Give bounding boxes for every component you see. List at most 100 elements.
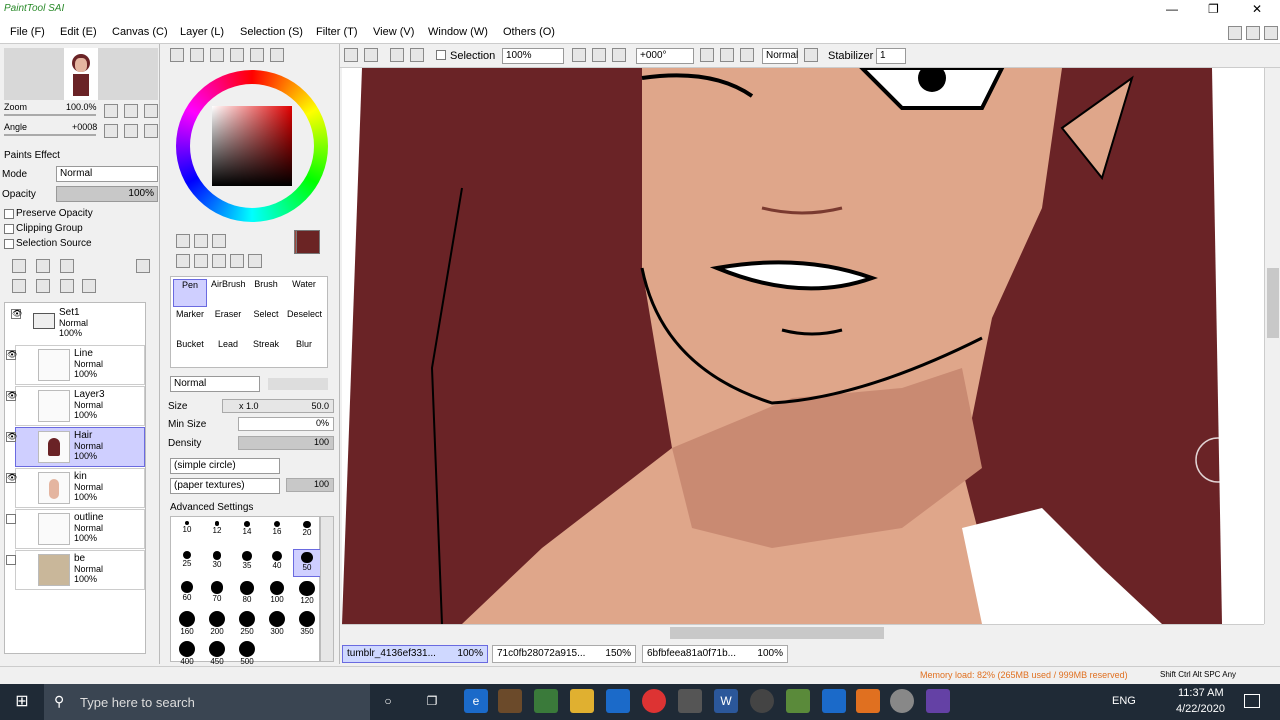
document-tab[interactable]: tumblr_4136ef331... 100% (342, 645, 488, 663)
menu-edit[interactable]: Edit (E) (60, 26, 97, 38)
invert-selection-icon[interactable] (410, 48, 424, 62)
brush-size-option[interactable]: 14 (233, 519, 261, 547)
user-swatches-tab-icon[interactable] (270, 48, 284, 62)
menu-filter[interactable]: Filter (T) (316, 26, 358, 38)
delete-layer-icon[interactable] (82, 279, 96, 293)
rotate-reset-button[interactable] (144, 124, 158, 138)
zoom-reset-button[interactable] (144, 104, 158, 118)
maximize-button[interactable]: ❐ (1208, 2, 1219, 16)
hidden-eye-icon[interactable] (6, 514, 16, 524)
eye-icon[interactable]: 👁 (11, 309, 22, 319)
brush-size-option[interactable]: 12 (203, 519, 231, 547)
scratchpad-tab-icon[interactable] (250, 48, 264, 62)
file-explorer-icon[interactable] (570, 689, 594, 713)
app-icon[interactable] (606, 689, 630, 713)
notification-icon[interactable] (1244, 694, 1260, 708)
menu-selection[interactable]: Selection (S) (240, 26, 303, 38)
eye-icon[interactable]: 👁 (6, 391, 17, 401)
tool-marker[interactable]: Marker (173, 309, 207, 337)
clock-date[interactable]: 4/22/2020 (1176, 703, 1225, 715)
hidden-eye-icon[interactable] (6, 555, 16, 565)
stabilizer-select[interactable]: 1 (876, 48, 906, 64)
brush-size-option[interactable]: 100 (263, 579, 291, 607)
brush-size-option[interactable]: 120 (293, 579, 321, 607)
clipping-group-checkbox[interactable] (4, 224, 14, 234)
selection-source-checkbox[interactable] (4, 239, 14, 249)
tool-eraser[interactable]: Eraser (211, 309, 245, 337)
horizontal-scrollbar[interactable] (342, 624, 1264, 640)
app-icon[interactable] (822, 689, 846, 713)
new-folder-icon[interactable] (60, 259, 74, 273)
panel-restore-button[interactable] (1246, 26, 1260, 40)
hand-tool-icon[interactable] (230, 254, 244, 268)
document-tab[interactable]: 71c0fb28072a915... 150% (492, 645, 636, 663)
color-square[interactable] (212, 106, 292, 186)
zoom-out-icon[interactable] (572, 48, 586, 62)
app-icon[interactable] (678, 689, 702, 713)
tool-brush[interactable]: Brush (249, 279, 283, 307)
brush-size-option[interactable]: 60 (173, 579, 201, 607)
color-wheel-tab-icon[interactable] (170, 48, 184, 62)
angle-select[interactable]: +000° (636, 48, 694, 64)
rgb-slider-tab-icon[interactable] (190, 48, 204, 62)
panel-minimize-button[interactable] (1228, 26, 1242, 40)
size-slider[interactable]: x 1.0 50.0 (222, 399, 334, 413)
layer-item[interactable]: 👁 Line Normal 100% (6, 345, 145, 385)
merge-down-icon[interactable] (36, 279, 50, 293)
brush-mode-select[interactable]: Normal (170, 376, 260, 392)
panel-close-button[interactable] (1264, 26, 1278, 40)
brush-size-option[interactable]: 160 (173, 609, 201, 637)
undo-icon[interactable] (344, 48, 358, 62)
taskbar-search[interactable]: ⚲ Type here to search (44, 684, 370, 720)
layer-item[interactable]: outline Normal 100% (6, 509, 145, 549)
tool-select[interactable]: Select (249, 309, 283, 337)
zoom-in-icon[interactable] (592, 48, 606, 62)
close-button[interactable]: ✕ (1252, 2, 1262, 16)
brush-size-option[interactable]: 500 (233, 639, 261, 667)
app-icon[interactable] (890, 689, 914, 713)
rotate-reset-icon[interactable] (740, 48, 754, 62)
vertical-scroll-thumb[interactable] (1267, 268, 1279, 338)
tool-blur[interactable]: Blur (287, 339, 321, 367)
layer-item[interactable]: be Normal 100% (6, 550, 145, 590)
redo-icon[interactable] (364, 48, 378, 62)
paints-effect-header[interactable]: Paints Effect (4, 150, 60, 161)
zoom-select[interactable]: 100% (502, 48, 564, 64)
menu-layer[interactable]: Layer (L) (180, 26, 224, 38)
minimize-button[interactable]: — (1166, 2, 1178, 16)
brush-size-option[interactable]: 450 (203, 639, 231, 667)
zoom-out-button[interactable] (104, 104, 118, 118)
clock-time[interactable]: 11:37 AM (1178, 687, 1224, 699)
task-view-icon[interactable]: ❐ (420, 689, 444, 713)
layer-opacity-slider[interactable]: 100% (56, 186, 158, 202)
twitch-icon[interactable] (926, 689, 950, 713)
windows-start-icon[interactable]: ⊞ (0, 684, 44, 720)
density-slider[interactable]: 100 (238, 436, 334, 450)
preserve-opacity-checkbox[interactable] (4, 209, 14, 219)
brush-size-option[interactable]: 50 (293, 549, 321, 577)
brush-size-option[interactable]: 350 (293, 609, 321, 637)
tool-lead[interactable]: Lead (211, 339, 245, 367)
brush-size-option[interactable]: 250 (233, 609, 261, 637)
painttool-sai-icon[interactable] (534, 689, 558, 713)
layer-mask-icon[interactable] (136, 259, 150, 273)
brush-texture-select[interactable]: (paper textures) (170, 478, 280, 494)
word-icon[interactable]: W (714, 689, 738, 713)
eye-icon[interactable]: 👁 (6, 432, 17, 442)
drawing-canvas[interactable] (342, 68, 1264, 624)
minecraft-icon[interactable] (786, 689, 810, 713)
brush-size-option[interactable]: 300 (263, 609, 291, 637)
primary-color-swatch[interactable] (296, 230, 320, 254)
menu-file[interactable]: File (F) (10, 26, 45, 38)
horizontal-scroll-thumb[interactable] (670, 627, 884, 639)
brush-shape-select[interactable]: (simple circle) (170, 458, 280, 474)
new-layer-icon[interactable] (12, 259, 26, 273)
layer-item[interactable]: 👁 kin Normal 100% (6, 468, 145, 508)
clear-layer-icon[interactable] (60, 279, 74, 293)
navigator-preview[interactable] (4, 48, 158, 100)
rect-select-icon[interactable] (176, 234, 190, 248)
tool-streak[interactable]: Streak (249, 339, 283, 367)
edge-icon[interactable]: e (464, 689, 488, 713)
brush-size-option[interactable]: 25 (173, 549, 201, 577)
move-icon[interactable] (176, 254, 190, 268)
